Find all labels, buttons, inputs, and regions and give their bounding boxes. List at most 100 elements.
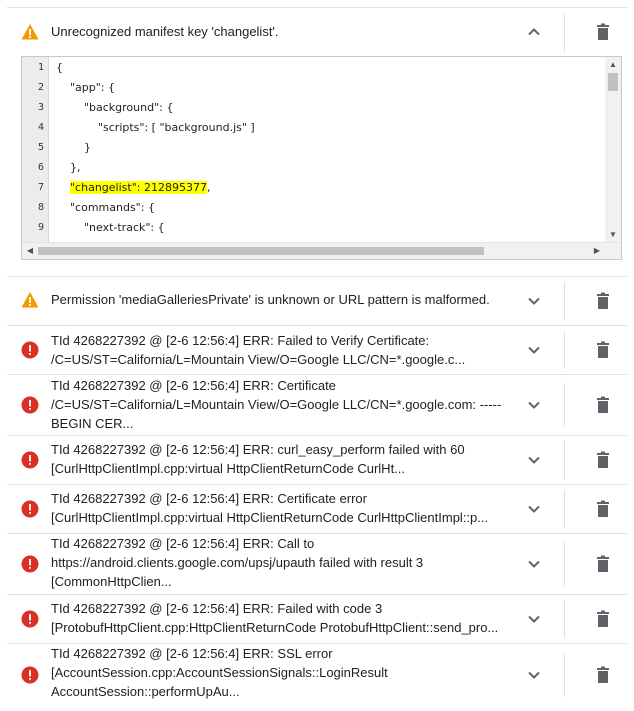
divider [564,600,565,638]
error-message: Unrecognized manifest key 'changelist'. [51,22,503,41]
message-line: TId 4268227392 @ [2-6 12:56:4] ERR: Fail… [51,333,430,348]
code-line-highlighted: "changelist": 212895377, [56,181,210,194]
code-suffix: , [206,181,211,194]
divider [564,331,565,369]
message-line: /C=US/ST=California/L=Mountain View/O=Go… [51,397,502,412]
delete-icon[interactable] [593,291,613,311]
chevron-down-icon[interactable] [524,340,544,360]
chevron-down-icon[interactable] [524,291,544,311]
error-icon [21,666,39,684]
chevron-down-icon[interactable] [524,395,544,415]
code-line: { [56,61,63,74]
divider [564,653,565,697]
message-line: TId 4268227392 @ [2-6 12:56:4] ERR: Call… [51,536,315,551]
line-number: 8 [37,202,44,213]
chevron-down-icon[interactable] [524,450,544,470]
error-item[interactable]: Permission 'mediaGalleriesPrivate' is un… [0,277,634,325]
highlighted-key: "changelist": 212895377 [70,181,207,194]
message-line: TId 4268227392 @ [2-6 12:56:4] ERR: Cert… [51,491,367,506]
chevron-down-icon[interactable] [524,554,544,574]
divider [564,383,565,427]
divider [564,441,565,479]
scroll-right-arrow-icon[interactable]: ▶ [589,243,605,259]
delete-icon[interactable] [593,395,613,415]
divider [564,14,565,52]
message-line: TId 4268227392 @ [2-6 12:56:4] ERR: curl… [51,442,465,457]
error-item[interactable]: TId 4268227392 @ [2-6 12:56:4] ERR: SSL … [0,644,634,706]
delete-icon[interactable] [593,22,613,42]
chevron-down-icon[interactable] [524,499,544,519]
error-icon [21,396,39,414]
message-line: [CommonHttpClien... [51,574,172,589]
chevron-down-icon[interactable] [524,665,544,685]
error-message: TId 4268227392 @ [2-6 12:56:4] ERR: Call… [51,534,503,591]
delete-icon[interactable] [593,554,613,574]
chevron-down-icon[interactable] [524,609,544,629]
line-number: 1 [37,62,44,73]
error-message: TId 4268227392 @ [2-6 12:56:4] ERR: SSL … [51,644,503,701]
error-message: TId 4268227392 @ [2-6 12:56:4] ERR: curl… [51,440,503,478]
message-line: Permission 'mediaGalleriesPrivate' is un… [51,292,490,307]
message-line: Unrecognized manifest key 'changelist'. [51,24,279,39]
manifest-code-viewer[interactable]: 1 2 3 4 5 6 7 8 9 { "app": { "background… [21,56,622,260]
line-number: 9 [37,222,44,233]
error-message: TId 4268227392 @ [2-6 12:56:4] ERR: Cert… [51,376,503,433]
code-line: "app": { [56,81,116,94]
scrollbar-thumb[interactable] [608,73,618,91]
line-number: 5 [37,142,44,153]
scroll-up-arrow-icon[interactable]: ▲ [605,57,621,73]
error-message: Permission 'mediaGalleriesPrivate' is un… [51,290,521,309]
line-number: 4 [37,122,44,133]
delete-icon[interactable] [593,609,613,629]
delete-icon[interactable] [593,340,613,360]
chevron-up-icon[interactable] [524,22,544,42]
error-icon [21,451,39,469]
error-item[interactable]: TId 4268227392 @ [2-6 12:56:4] ERR: Fail… [0,326,634,374]
error-icon [21,555,39,573]
code-line: }, [56,161,81,174]
delete-icon[interactable] [593,499,613,519]
warning-icon [21,24,39,40]
message-line: BEGIN CER... [51,416,134,431]
line-number: 3 [37,102,44,113]
divider [564,490,565,528]
error-icon [21,500,39,518]
message-line: [ProtobufHttpClient.cpp:HttpClientReturn… [51,620,499,635]
error-icon [21,341,39,359]
message-line: TId 4268227392 @ [2-6 12:56:4] ERR: Cert… [51,378,336,393]
delete-icon[interactable] [593,665,613,685]
warning-icon [21,292,39,308]
error-item[interactable]: TId 4268227392 @ [2-6 12:56:4] ERR: curl… [0,436,634,484]
line-number: 7 [37,182,44,193]
error-item[interactable]: TId 4268227392 @ [2-6 12:56:4] ERR: Cert… [0,375,634,435]
code-line: "scripts": [ "background.js" ] [56,121,255,134]
message-line: [AccountSession.cpp:AccountSessionSignal… [51,665,388,680]
vertical-scrollbar[interactable]: ▲ ▼ [605,57,621,243]
code-line: "background": { [56,101,174,114]
scrollbar-thumb[interactable] [38,247,484,255]
divider [564,282,565,320]
message-line: TId 4268227392 @ [2-6 12:56:4] ERR: SSL … [51,646,333,661]
error-message: TId 4268227392 @ [2-6 12:56:4] ERR: Fail… [51,599,503,637]
error-message: TId 4268227392 @ [2-6 12:56:4] ERR: Fail… [51,331,503,369]
scroll-down-arrow-icon[interactable]: ▼ [605,227,621,243]
error-item-expanded[interactable]: Unrecognized manifest key 'changelist'. … [0,8,634,276]
code-line: } [56,141,91,154]
error-item[interactable]: TId 4268227392 @ [2-6 12:56:4] ERR: Fail… [0,595,634,643]
error-icon [21,610,39,628]
error-item[interactable]: TId 4268227392 @ [2-6 12:56:4] ERR: Cert… [0,485,634,533]
line-number: 2 [37,82,44,93]
horizontal-scrollbar[interactable]: ◀ ▶ [22,242,621,259]
code-line: "next-track": { [56,221,165,234]
message-line: [CurlHttpClientImpl.cpp:virtual HttpClie… [51,510,489,525]
error-message: TId 4268227392 @ [2-6 12:56:4] ERR: Cert… [51,489,503,527]
line-number: 6 [37,162,44,173]
error-item[interactable]: TId 4268227392 @ [2-6 12:56:4] ERR: Call… [0,534,634,594]
message-line: [CurlHttpClientImpl.cpp:virtual HttpClie… [51,461,406,476]
divider [564,542,565,586]
message-line: AccountSession::performUpAu... [51,684,240,699]
scroll-left-arrow-icon[interactable]: ◀ [22,243,38,259]
message-line: TId 4268227392 @ [2-6 12:56:4] ERR: Fail… [51,601,383,616]
delete-icon[interactable] [593,450,613,470]
